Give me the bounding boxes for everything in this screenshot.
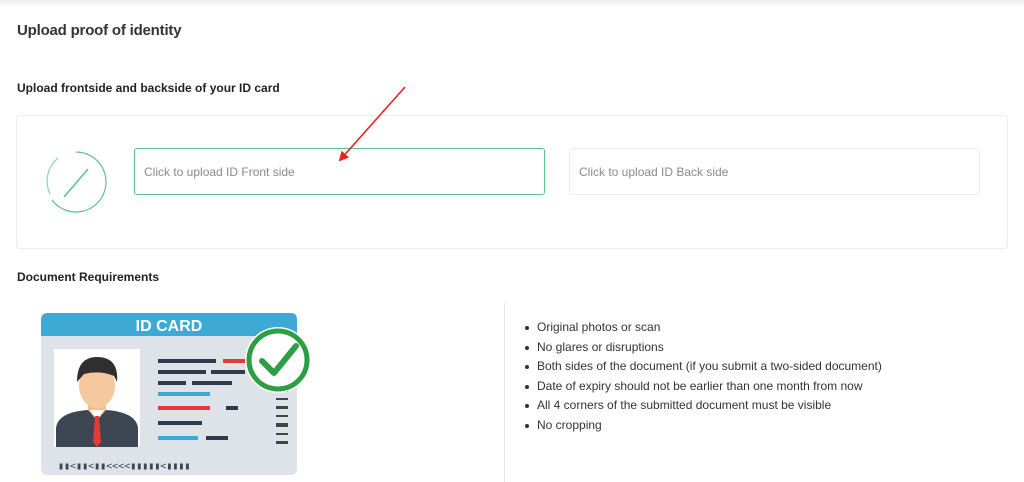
check-circle-icon (245, 327, 311, 393)
section-divider (504, 303, 505, 482)
list-item: No cropping (525, 416, 882, 436)
id-card-illustration: ID CARD ▮▮<▮▮<▮▮<<<<▮▮▮▮▮<▮▮▮▮ (41, 313, 311, 475)
id-front-placeholder: Click to upload ID Front side (144, 164, 295, 179)
list-item: No glares or disruptions (525, 338, 882, 358)
id-back-upload-field[interactable]: Click to upload ID Back side (569, 148, 980, 195)
list-item: Original photos or scan (525, 318, 882, 338)
id-card-mrz-text: ▮▮<▮▮<▮▮<<<<▮▮▮▮▮<▮▮▮▮ (58, 461, 190, 472)
top-shadow-bar (0, 0, 1024, 8)
requirements-list: Original photos or scan No glares or dis… (525, 318, 882, 436)
list-item: Date of expiry should not be earlier tha… (525, 377, 882, 397)
loading-spinner-icon (46, 151, 107, 213)
list-item: All 4 corners of the submitted document … (525, 396, 882, 416)
id-front-upload-field[interactable]: Click to upload ID Front side (134, 148, 545, 195)
requirements-heading: Document Requirements (17, 270, 160, 284)
page-title: Upload proof of identity (17, 22, 182, 39)
id-card-header-text: ID CARD (136, 318, 203, 335)
list-item: Both sides of the document (if you submi… (525, 357, 882, 377)
upload-section-heading: Upload frontside and backside of your ID… (17, 81, 280, 95)
id-back-placeholder: Click to upload ID Back side (579, 164, 729, 179)
